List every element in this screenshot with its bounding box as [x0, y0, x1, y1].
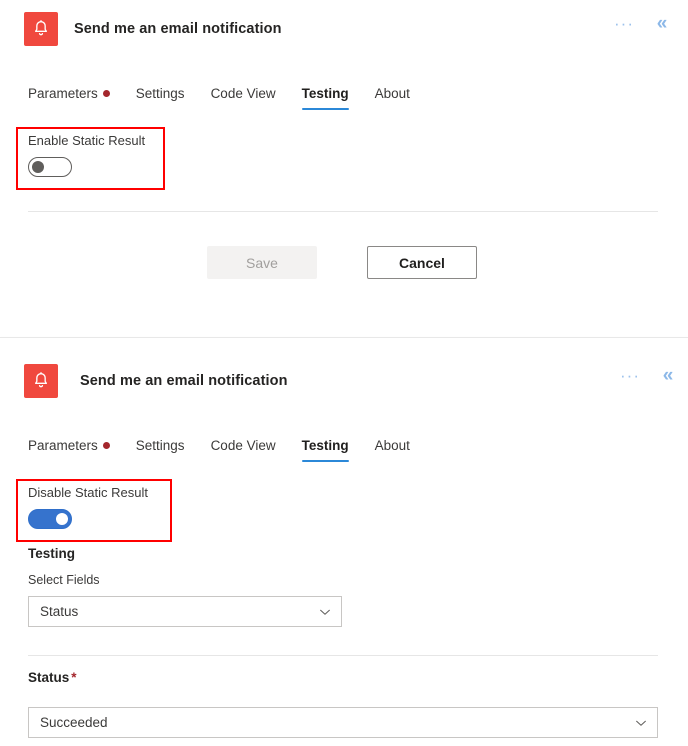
select-fields-dropdown[interactable]: Status: [28, 596, 342, 627]
toggle-knob: [56, 513, 68, 525]
panel-header: Send me an email notification: [24, 358, 664, 404]
bell-icon: [24, 12, 58, 46]
chevron-down-icon: [318, 605, 332, 619]
cancel-button[interactable]: Cancel: [367, 246, 477, 279]
enable-static-result-field: Enable Static Result: [28, 133, 145, 177]
disable-static-result-label: Disable Static Result: [28, 485, 148, 500]
tab-code-view[interactable]: Code View: [211, 438, 276, 462]
tab-about-label: About: [374, 86, 410, 101]
panel-header: Send me an email notification: [24, 6, 664, 52]
bell-icon: [24, 364, 58, 398]
tab-code-view-label: Code View: [210, 86, 276, 101]
save-button[interactable]: Save: [207, 246, 317, 279]
tab-bar: Parameters Settings Code View Testing Ab…: [28, 432, 436, 462]
tab-parameters-label: Parameters: [28, 86, 98, 101]
header-actions: ··· «: [612, 13, 674, 35]
toggle-knob: [32, 161, 44, 173]
tab-testing-label: Testing: [301, 438, 349, 453]
tab-about[interactable]: About: [375, 86, 410, 110]
testing-section-heading: Testing: [28, 546, 75, 561]
tab-active-underline: [301, 459, 349, 462]
divider: [28, 655, 658, 656]
enable-static-result-toggle[interactable]: [28, 157, 72, 177]
tab-parameters[interactable]: Parameters: [28, 438, 110, 462]
tab-code-view[interactable]: Code View: [211, 86, 276, 110]
status-label: Status *: [28, 670, 77, 685]
status-value: Succeeded: [40, 715, 108, 730]
tab-about-label: About: [374, 438, 410, 453]
collapse-chevron-icon[interactable]: «: [650, 13, 674, 35]
more-options-icon[interactable]: ···: [618, 366, 642, 386]
header-actions: ··· «: [618, 365, 680, 387]
status-dropdown[interactable]: Succeeded: [28, 707, 658, 738]
tab-settings[interactable]: Settings: [136, 86, 185, 110]
collapse-chevron-icon[interactable]: «: [656, 365, 680, 387]
page-title: Send me an email notification: [74, 21, 282, 37]
disable-static-result-field: Disable Static Result: [28, 485, 148, 529]
select-fields-label: Select Fields: [28, 573, 100, 587]
tab-parameters-label: Parameters: [28, 438, 98, 453]
page-title: Send me an email notification: [80, 373, 288, 389]
tab-parameters-badge-dot: [102, 90, 110, 97]
chevron-down-icon: [634, 716, 648, 730]
tab-testing[interactable]: Testing: [301, 438, 349, 462]
tab-active-underline: [301, 107, 349, 110]
disable-static-result-toggle[interactable]: [28, 509, 72, 529]
enable-static-result-label: Enable Static Result: [28, 133, 146, 148]
tab-settings-label: Settings: [135, 86, 185, 101]
tab-testing-label: Testing: [301, 86, 349, 101]
tab-parameters-badge-dot: [102, 442, 110, 449]
static-result-enabled-panel: Send me an email notification ··· « Para…: [0, 338, 688, 746]
tab-parameters[interactable]: Parameters: [28, 86, 110, 110]
tab-testing[interactable]: Testing: [301, 86, 349, 110]
action-button-row: Save Cancel: [207, 246, 477, 279]
static-result-disabled-panel: Send me an email notification ··· « Para…: [0, 0, 688, 337]
divider: [28, 211, 658, 212]
tab-settings-label: Settings: [135, 438, 185, 453]
tab-about[interactable]: About: [375, 438, 410, 462]
tab-bar: Parameters Settings Code View Testing Ab…: [28, 80, 436, 110]
tab-settings[interactable]: Settings: [136, 438, 185, 462]
select-fields-value: Status: [40, 604, 79, 619]
more-options-icon[interactable]: ···: [612, 14, 636, 34]
required-asterisk: *: [71, 670, 77, 685]
tab-code-view-label: Code View: [210, 438, 276, 453]
status-label-text: Status: [28, 670, 70, 685]
